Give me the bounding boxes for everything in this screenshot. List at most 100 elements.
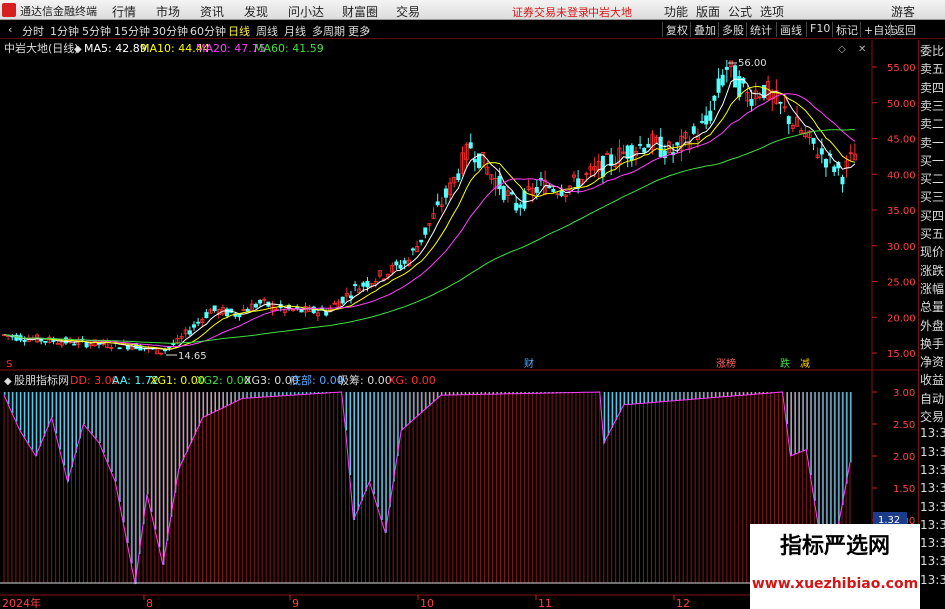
menu-trade[interactable]: 交易 [396, 3, 420, 20]
more-chevron-icon[interactable]: › [366, 23, 370, 36]
low-price-label: 14.65 [178, 351, 207, 362]
sidepanel-item: 13:35 [920, 572, 945, 587]
period-1min[interactable]: 1分钟 [50, 23, 79, 39]
indicator-xg2: XG2: 0.00 [196, 374, 251, 387]
sidepanel-item: 卖一 [920, 135, 945, 150]
marker-reduce[interactable]: 减 [800, 358, 810, 370]
candle-body [84, 342, 89, 348]
marker-top-gainer[interactable]: 涨榜 [716, 357, 736, 370]
menu-discover[interactable]: 发现 [244, 3, 268, 20]
price-tick-label: 40.00 [887, 170, 916, 181]
candle-body [733, 65, 738, 88]
menu-layout[interactable]: 版面 [696, 3, 720, 20]
menu-bar: 通达信金融终端 行情 市场 资讯 发现 问小达 财富圈 交易 证券交易未登录 中… [0, 0, 945, 20]
candle-body [497, 175, 502, 190]
candle-body [468, 142, 473, 149]
close-icon[interactable]: ✕ [858, 44, 866, 55]
period-30min[interactable]: 30分钟 [152, 23, 188, 39]
marker-finance[interactable]: 财 [524, 357, 534, 370]
candle-body [832, 166, 837, 173]
candle-body [39, 338, 44, 342]
indicator-axis: 3.002.502.001.501.00 [872, 388, 915, 527]
f10-button[interactable]: F10 [806, 22, 833, 37]
candle-body [191, 324, 196, 328]
candle-body [712, 95, 717, 101]
xaxis-label-oct: 10 [420, 597, 434, 609]
menu-market[interactable]: 市场 [156, 3, 180, 20]
sidepanel-item: 13:34 [920, 444, 945, 459]
sidepanel-item: 13:35 [920, 462, 945, 477]
menu-formula[interactable]: 公式 [728, 3, 752, 20]
mark-button[interactable]: 标记 [832, 22, 861, 37]
menu-wealth[interactable]: 财富圈 [342, 3, 378, 20]
login-notice[interactable]: 证券交易未登录 [512, 4, 589, 20]
candle-body [609, 154, 614, 166]
period-multi[interactable]: 多周期 [312, 23, 345, 39]
candle-body [212, 305, 217, 311]
marker-drop[interactable]: 跌 [780, 357, 790, 370]
sidepanel-item: 13:35 [920, 536, 945, 551]
candle-body [163, 349, 168, 352]
price-tick-label: 15.00 [887, 349, 916, 360]
kline-title: 中岩大地(日线) [4, 41, 79, 55]
candle-body [258, 299, 263, 304]
sidepanel-item: 委比 [920, 44, 945, 58]
watermark-url: www.xuezhibiao.com [751, 576, 919, 592]
menu-ask[interactable]: 问小达 [288, 3, 324, 20]
indicator-dibu: 底部: 0.00 [290, 373, 344, 387]
xaxis-label-nov: 11 [538, 597, 552, 609]
menu-icon[interactable]: ‹ [8, 23, 12, 36]
candle-body [204, 312, 209, 319]
adjust-button[interactable]: 复权 [662, 22, 691, 37]
multi-stock-button[interactable]: 多股 [718, 22, 747, 37]
period-5min[interactable]: 5分钟 [82, 23, 111, 39]
candle-body [811, 137, 816, 144]
marker-s[interactable]: S [6, 359, 12, 370]
candle-body [423, 227, 428, 235]
sidepanel-item: 13:35 [920, 554, 945, 569]
overlay-button[interactable]: 叠加 [690, 22, 719, 37]
candle-body [501, 186, 506, 200]
candle-body [402, 260, 407, 264]
candle-body [642, 148, 647, 153]
menu-function[interactable]: 功能 [664, 3, 688, 20]
candle-body [724, 66, 729, 70]
ma-toggle-icon[interactable]: ◆ [74, 44, 82, 55]
menu-options[interactable]: 选项 [760, 3, 784, 20]
sidepanel-item[interactable]: 交易 [920, 408, 945, 425]
indicator-tick-label: 2.00 [893, 452, 915, 463]
candle-body [514, 202, 519, 211]
xaxis-label-2024: 2024年 [2, 596, 41, 609]
guest-label[interactable]: 游客 [891, 3, 915, 20]
candle-body [410, 248, 415, 251]
stock-name-tab[interactable]: 中岩大地 [588, 4, 632, 20]
candle-body [840, 176, 845, 185]
candle-body [522, 190, 527, 209]
diamond-icon[interactable]: ◇ [838, 44, 846, 55]
menu-quotes[interactable]: 行情 [112, 3, 136, 20]
period-monthly[interactable]: 月线 [284, 23, 306, 39]
stats-button[interactable]: 统计 [746, 22, 775, 37]
sidepanel-item: 买四 [920, 208, 945, 223]
sidepanel-item: 现价 [920, 245, 945, 260]
period-15min[interactable]: 15分钟 [114, 23, 150, 39]
candle-body [43, 340, 48, 343]
price-tick-label: 55.00 [887, 63, 916, 74]
sidepanel-item[interactable]: 自动 [920, 390, 945, 407]
candle-body [518, 204, 523, 208]
back-button[interactable]: 返回 [890, 22, 919, 37]
quote-sidepanel: 委比 卖五 卖四 卖三 卖二 卖一 买一 买二 买三 买四 买五 现价 涨跌 涨幅 总量 外盘 换手 净资 收益 自动… [918, 40, 945, 600]
candle-body [547, 186, 552, 189]
period-weekly[interactable]: 周线 [256, 23, 278, 39]
candle-body [691, 126, 696, 134]
menu-news[interactable]: 资讯 [200, 3, 224, 20]
indicator-toggle-icon[interactable]: ◆ [4, 376, 12, 387]
period-timeshare[interactable]: 分时 [22, 23, 44, 39]
candle-body [225, 308, 230, 317]
candle-body [196, 321, 201, 324]
period-60min[interactable]: 60分钟 [190, 23, 226, 39]
indicator-name: 股朋指标网 [14, 373, 69, 387]
draw-line-button[interactable]: 画线 [776, 22, 805, 37]
period-daily[interactable]: 日线 [228, 23, 250, 39]
candle-body [443, 188, 448, 198]
